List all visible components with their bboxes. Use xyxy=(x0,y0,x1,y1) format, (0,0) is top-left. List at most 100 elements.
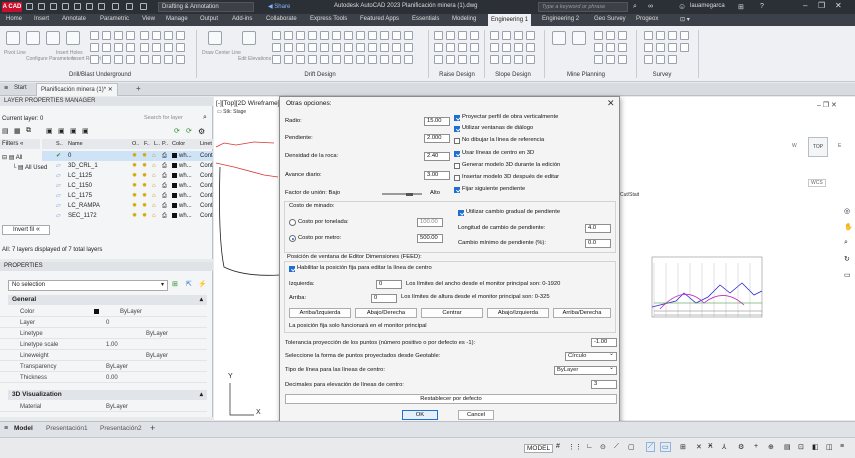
arriba-derecha-button[interactable]: Arriba/Derecha xyxy=(553,308,611,318)
lock-icon[interactable]: ⌂ xyxy=(152,211,156,221)
group-general[interactable]: General ▴ xyxy=(8,295,207,305)
tool-icon[interactable] xyxy=(152,31,161,40)
autocad-logo[interactable]: A CAD xyxy=(2,2,22,12)
tab-geo-survey[interactable]: Geo Survey xyxy=(594,16,626,22)
set-current-icon[interactable]: ▣ xyxy=(82,127,89,135)
prop-row-color[interactable]: Color ByLayer xyxy=(0,307,207,317)
tool-icon[interactable] xyxy=(594,31,603,40)
new-group-filter-icon[interactable]: ▦ xyxy=(14,127,21,135)
tab-start[interactable]: Start xyxy=(14,85,27,91)
tool-icon[interactable] xyxy=(392,31,401,40)
tool-icon[interactable] xyxy=(668,43,677,52)
tool-icon[interactable] xyxy=(618,31,627,40)
lightbulb-icon[interactable]: ✹ xyxy=(132,211,137,221)
printer-icon[interactable]: ⎙ xyxy=(162,201,167,211)
tool-icon[interactable] xyxy=(526,43,535,52)
decimales-input[interactable]: 3 xyxy=(591,380,617,389)
utilizar-ventanas-checkbox[interactable] xyxy=(454,126,460,132)
plot-icon[interactable] xyxy=(86,3,93,10)
tool-icon[interactable] xyxy=(176,43,185,52)
tool-icon[interactable] xyxy=(606,55,615,64)
fijar-pendiente-checkbox[interactable] xyxy=(454,187,460,193)
tool-icon[interactable] xyxy=(164,55,173,64)
tab-engineering-2[interactable]: Engineering 2 xyxy=(542,16,579,22)
tool-icon[interactable] xyxy=(594,43,603,52)
color-swatch[interactable] xyxy=(172,203,177,208)
open-icon[interactable] xyxy=(38,3,45,10)
menu-icon[interactable]: ≡ xyxy=(4,85,8,92)
color-swatch[interactable] xyxy=(172,173,177,178)
tool-icon[interactable] xyxy=(668,31,677,40)
search-icon[interactable]: ⌕ xyxy=(633,3,637,11)
mine-planning-tool-icon[interactable] xyxy=(572,31,586,45)
no-dibujar-referencia-checkbox[interactable] xyxy=(454,138,460,144)
table-row[interactable]: ▱ LC_1125 ✹ ✹ ⌂ ⎙ wh... Cont xyxy=(42,171,213,181)
selection-dropdown[interactable]: No selection ▾ xyxy=(8,280,168,291)
customization-icon[interactable]: ≡ xyxy=(840,443,844,450)
costo-metro-input[interactable]: 500.00 xyxy=(417,234,443,243)
tool-icon[interactable] xyxy=(368,31,377,40)
col-color[interactable]: Color xyxy=(172,139,185,149)
tool-icon[interactable] xyxy=(344,31,353,40)
col-lock[interactable]: L.. xyxy=(154,139,160,149)
undo-icon[interactable] xyxy=(112,3,119,10)
annotation-visibility-icon[interactable]: Ӿ xyxy=(708,443,713,450)
tab-essentials[interactable]: Essentials xyxy=(412,16,439,22)
tool-icon[interactable] xyxy=(680,31,689,40)
table-row[interactable]: ▱ 3D_CRL_1 ✹ ✹ ⌂ ⎙ wh... Cont xyxy=(42,161,213,171)
abajo-derecha-button[interactable]: Abajo/Derecha xyxy=(355,308,417,318)
layer-palette-header[interactable]: LAYER PROPERTIES MANAGER xyxy=(0,97,213,106)
lock-icon[interactable]: ⌂ xyxy=(152,171,156,181)
printer-icon[interactable]: ⎙ xyxy=(162,211,167,221)
tab-engineering-1[interactable]: Engineering 1 xyxy=(488,14,532,26)
invert-filter-checkbox[interactable]: Invert fil xyxy=(2,225,50,235)
tool-icon[interactable] xyxy=(606,43,615,52)
tool-icon[interactable] xyxy=(308,55,317,64)
prop-row-material[interactable]: Material ByLayer xyxy=(0,402,207,412)
new-layer-icon[interactable]: ▣ xyxy=(46,127,53,135)
collapse-icon[interactable]: « xyxy=(20,141,23,147)
tool-icon[interactable] xyxy=(356,55,365,64)
tool-icon[interactable] xyxy=(296,43,305,52)
color-swatch[interactable] xyxy=(172,213,177,218)
col-name[interactable]: Name xyxy=(68,139,83,149)
prop-row-linetype-scale[interactable]: Linetype scale 1.00 xyxy=(0,340,207,350)
tab-progeox[interactable]: Progeox xyxy=(636,16,658,22)
tool-icon[interactable] xyxy=(368,55,377,64)
snap-icon[interactable]: ⋮⋮ xyxy=(568,443,582,451)
lightbulb-icon[interactable]: ✹ xyxy=(132,161,137,171)
tool-icon[interactable] xyxy=(502,31,511,40)
panel-label-drill-blast[interactable]: Drill/Blast Underground xyxy=(40,72,160,78)
sun-icon[interactable]: ✹ xyxy=(142,211,147,221)
insert-report-icon[interactable] xyxy=(66,31,80,45)
tool-icon[interactable] xyxy=(514,31,523,40)
annotation-scale-icon[interactable]: ✕ xyxy=(696,443,702,451)
tool-icon[interactable] xyxy=(114,43,123,52)
tool-icon[interactable] xyxy=(176,31,185,40)
lightbulb-icon[interactable]: ✹ xyxy=(132,181,137,191)
tool-icon[interactable] xyxy=(470,43,479,52)
layer-linetype[interactable]: Cont xyxy=(200,201,213,211)
tab-model[interactable]: Model xyxy=(14,425,33,432)
sun-icon[interactable]: ✹ xyxy=(142,171,147,181)
tool-icon[interactable] xyxy=(284,55,293,64)
tool-icon[interactable] xyxy=(296,55,305,64)
insertar-modelo-checkbox[interactable] xyxy=(454,175,460,181)
tool-icon[interactable] xyxy=(656,55,665,64)
tab-parametric[interactable]: Parametric xyxy=(100,16,129,22)
tool-icon[interactable] xyxy=(392,43,401,52)
annotation-monitor-icon[interactable]: + xyxy=(754,443,758,450)
new-layer-vp-frozen-icon[interactable]: ▣ xyxy=(58,127,65,135)
help-icon[interactable]: ? xyxy=(760,3,764,10)
tool-icon[interactable] xyxy=(618,55,627,64)
quick-properties-icon[interactable]: ▤ xyxy=(784,443,791,451)
toggle-pickadd-icon[interactable]: ⊞ xyxy=(172,280,178,288)
sun-icon[interactable]: ✹ xyxy=(142,161,147,171)
refresh-icon[interactable]: ⟳ xyxy=(174,127,180,135)
share-button[interactable]: ◀ Share xyxy=(268,3,290,10)
tool-icon[interactable] xyxy=(308,43,317,52)
new-tab-icon[interactable]: + xyxy=(136,84,141,93)
layout-menu-icon[interactable]: ≡ xyxy=(4,425,8,432)
zoom-icon[interactable]: ⌕ xyxy=(844,239,848,247)
col-linetype[interactable]: Linet xyxy=(200,139,212,149)
